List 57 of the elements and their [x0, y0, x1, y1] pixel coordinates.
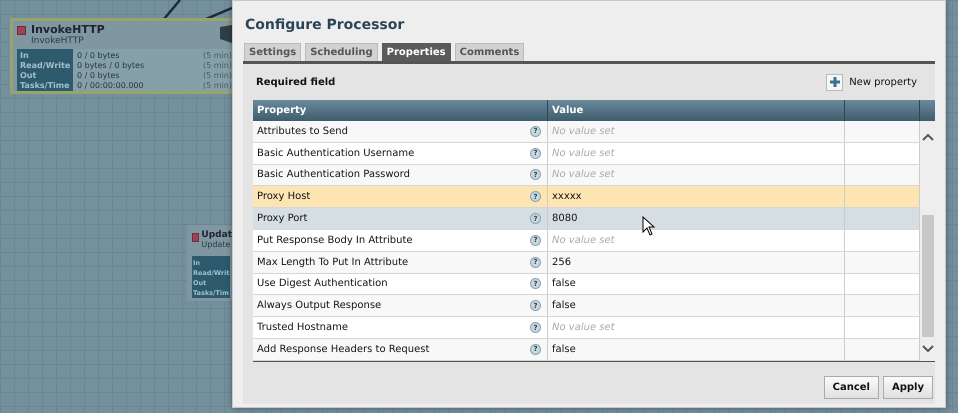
- stat-period: (5 min): [203, 61, 232, 71]
- processor-type: Update: [201, 240, 232, 249]
- property-name: Trusted Hostname: [257, 322, 348, 334]
- new-property-button[interactable]: New property: [826, 74, 917, 90]
- property-name: Proxy Port: [257, 213, 308, 224]
- property-name: Proxy Host: [257, 191, 310, 202]
- stat-value: 0 / 0 bytes: [77, 51, 120, 61]
- property-name: Use Digest Authentication: [257, 278, 388, 290]
- property-value: 8080: [552, 213, 578, 224]
- dialog-button[interactable]: Apply: [882, 376, 933, 399]
- property-name: Put Response Body In Attribute: [257, 234, 413, 246]
- property-value: No value set: [552, 126, 615, 137]
- property-name: Add Response Headers to Request: [257, 344, 430, 355]
- tab[interactable]: Comments: [454, 43, 524, 61]
- dialog-title: Configure Processor: [245, 17, 406, 33]
- property-value: No value set: [552, 322, 615, 334]
- stat-label: Read/Write: [20, 61, 70, 71]
- required-field-label: Required field: [256, 76, 336, 88]
- stat-label: Out: [20, 71, 38, 81]
- stat-period: (5 min): [203, 51, 232, 61]
- property-name: Basic Authentication Password: [257, 169, 410, 180]
- processor-name: InvokeHTTP: [31, 23, 105, 36]
- property-name: Max Length To Put In Attribute: [257, 256, 408, 268]
- scroll-thumb[interactable]: [922, 215, 934, 337]
- processor-type: InvokeHTTP: [31, 36, 85, 46]
- property-value: No value set: [552, 234, 615, 246]
- property-value: false: [552, 344, 576, 355]
- cursor-icon: [642, 216, 656, 236]
- scroll-up-icon[interactable]: [922, 133, 934, 141]
- stopped-icon: [192, 233, 200, 242]
- property-name: Attributes to Send: [257, 126, 348, 137]
- property-value: No value set: [552, 169, 615, 180]
- connection-drawing: [163, 0, 232, 20]
- stat-period: (5 min): [203, 71, 232, 81]
- property-name: Always Output Response: [257, 300, 382, 312]
- scrollbar[interactable]: [920, 121, 935, 361]
- scroll-down-icon[interactable]: [922, 345, 934, 353]
- stat-period: (5 min): [203, 81, 232, 91]
- property-value: No value set: [552, 148, 615, 159]
- tab[interactable]: Settings: [244, 43, 302, 61]
- property-value: 256: [552, 256, 572, 268]
- tab[interactable]: Scheduling: [305, 43, 378, 61]
- stat-label: In: [20, 51, 30, 61]
- property-value: false: [552, 300, 576, 312]
- stat-value: 0 / 0 bytes: [77, 71, 120, 81]
- property-value: xxxxx: [552, 191, 582, 202]
- property-value: false: [552, 278, 576, 290]
- stat-label: Tasks/Time: [20, 81, 70, 91]
- stopped-icon: [17, 26, 26, 35]
- stat-value: 0 bytes / 0 bytes: [77, 61, 144, 71]
- dialog-button[interactable]: Cancel: [824, 376, 879, 399]
- stat-value: 0 / 00:00:00.000: [77, 81, 144, 91]
- tab[interactable]: Properties: [382, 43, 451, 61]
- processor-card[interactable]: InvokeHTTP InvokeHTTP In Read/Write Out Tasks/Time 0 / 0 bytes (5 min) 0 bytes / 0 bytes (5 min) 0 / 0 bytes (5 min) 0 / 00:00:00.000 (5 min): [10, 18, 232, 94]
- property-name: Basic Authentication Username: [257, 148, 414, 159]
- processor-name: Updat: [201, 230, 232, 240]
- plus-icon: [826, 74, 844, 90]
